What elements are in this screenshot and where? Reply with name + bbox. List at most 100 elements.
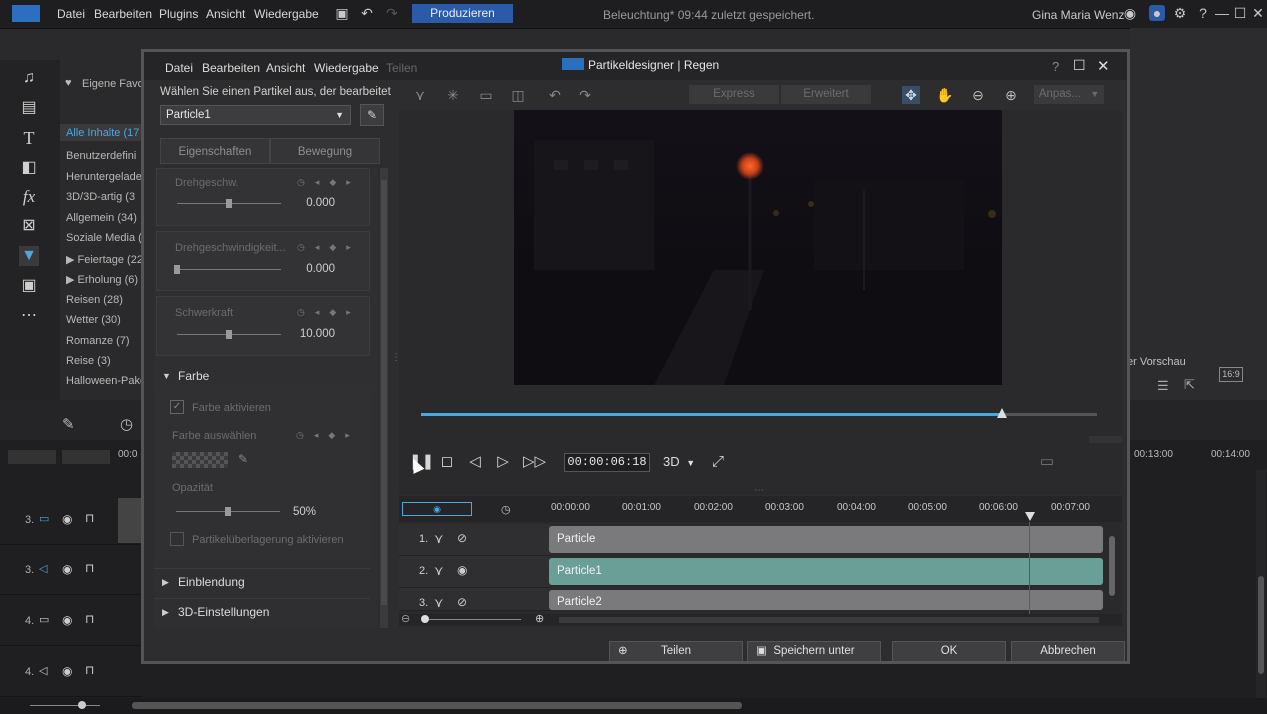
previous-frame-icon[interactable]: ◁ <box>465 452 485 472</box>
share-button[interactable]: ⊕ Teilen <box>609 641 743 662</box>
fit-select[interactable]: Anpas... ▼ <box>1034 85 1104 104</box>
frame-icon[interactable]: ▭ <box>477 86 495 104</box>
zoom-out-icon[interactable]: ⊖ <box>401 612 410 625</box>
favorites-label[interactable]: Eigene Favo <box>82 78 144 90</box>
settings-icon[interactable]: ⚙ <box>1172 5 1188 21</box>
media-room-icon[interactable]: ♫ <box>19 68 39 88</box>
menu-ansicht[interactable]: Ansicht <box>206 7 245 21</box>
image-icon[interactable]: ◫ <box>509 86 527 104</box>
transition-room-icon[interactable]: ◧ <box>19 158 39 178</box>
particle-row-1[interactable]: 1. ⋎ ⊘ <box>399 524 551 556</box>
particle-clip[interactable]: Particle <box>549 526 1103 553</box>
particle-select[interactable]: Particle1 ▼ <box>160 105 351 125</box>
lock-icon[interactable]: ⊓ <box>85 663 94 677</box>
overlay-checkbox[interactable] <box>170 532 184 546</box>
menu-wiedergabe[interactable]: Wiedergabe <box>254 7 319 21</box>
vscroll-thumb[interactable] <box>1258 576 1264 674</box>
zoom-out-icon[interactable]: ⊖ <box>969 86 987 104</box>
enable-color-checkbox[interactable]: ✓ <box>170 400 184 414</box>
property-value[interactable]: 10.000 <box>275 328 335 340</box>
undo-icon[interactable]: ↶ <box>359 5 375 21</box>
help-icon[interactable]: ? <box>1195 5 1211 21</box>
more-icon[interactable]: ⋯ <box>19 306 39 326</box>
notification-icon[interactable]: ● <box>1149 5 1165 21</box>
progress-knob[interactable] <box>997 408 1008 418</box>
fx-room-icon[interactable]: fx <box>19 187 39 207</box>
save-icon[interactable]: ▣ <box>334 5 350 21</box>
zoom-in-icon[interactable]: ⊕ <box>1002 86 1020 104</box>
particle-clip-selected[interactable]: Particle1 <box>549 558 1103 585</box>
particle-add-icon[interactable]: ⋎ <box>411 86 429 104</box>
slider-knob[interactable] <box>225 507 231 516</box>
keyframe-controls[interactable]: ◷◂◆▸ <box>297 307 361 318</box>
dialog-menu-bearbeiten[interactable]: Bearbeiten <box>202 61 260 75</box>
library-item[interactable]: Wetter (30) <box>66 314 121 326</box>
close-app-icon[interactable]: ✕ <box>1250 5 1266 21</box>
next-frame-icon[interactable]: ▷ <box>493 452 513 472</box>
particle-clip[interactable]: Particle2 <box>549 590 1103 610</box>
cancel-button[interactable]: Abbrechen <box>1011 641 1125 662</box>
timecode-display[interactable]: 00:00:06:18 <box>564 453 650 472</box>
pip-room-icon[interactable]: ⊠ <box>19 216 39 236</box>
property-value[interactable]: 0.000 <box>275 263 335 275</box>
timeline-scrollbar[interactable] <box>0 698 1267 714</box>
dialog-menu-wiedergabe[interactable]: Wiedergabe <box>314 61 379 75</box>
keyframe-controls[interactable]: ◷◂◆▸ <box>297 177 361 188</box>
section-einblendung-header[interactable]: ▶ Einblendung <box>154 568 370 595</box>
zoom-slider[interactable] <box>30 705 100 706</box>
property-slider[interactable] <box>177 269 281 270</box>
fit-timeline-button[interactable] <box>62 450 110 464</box>
title-room-icon[interactable]: T <box>19 128 39 148</box>
edit-pen-icon[interactable]: ✎ <box>62 415 75 433</box>
track-manager-button[interactable] <box>8 450 56 464</box>
zoom-in-icon[interactable]: ⊕ <box>535 612 544 625</box>
library-item[interactable]: Heruntergelade <box>66 171 142 183</box>
visibility-eye-icon[interactable]: ◉ <box>62 664 72 678</box>
redo-icon[interactable]: ↷ <box>384 5 400 21</box>
playhead-marker[interactable] <box>1025 512 1035 521</box>
dialog-help-icon[interactable]: ? <box>1052 59 1059 74</box>
aspect-ratio-select[interactable]: 16:9 <box>1219 367 1243 382</box>
library-item[interactable]: 3D/3D-artig (3 <box>66 191 135 203</box>
lock-icon[interactable]: ⊓ <box>85 612 94 626</box>
opacity-value[interactable]: 50% <box>256 506 316 518</box>
undo-icon[interactable]: ↶ <box>546 86 564 104</box>
visibility-eye-icon[interactable]: ◉ <box>62 512 72 526</box>
section-farbe-header[interactable]: ▼ Farbe <box>154 363 370 389</box>
dialog-maximize-icon[interactable]: ☐ <box>1073 57 1086 74</box>
library-item[interactable]: Reisen (28) <box>66 294 123 306</box>
visibility-eye-icon[interactable]: ◉ <box>457 563 467 577</box>
property-value[interactable]: 0.000 <box>275 197 335 209</box>
hand-tool-icon[interactable]: ✋ <box>936 86 954 104</box>
color-swatch[interactable] <box>172 452 228 468</box>
properties-scrollbar[interactable] <box>380 168 388 628</box>
library-item[interactable]: ▶ Feiertage (22 <box>66 253 143 266</box>
stop-icon[interactable]: ◻ <box>437 452 457 472</box>
particle-row-2[interactable]: 2. ⋎ ◉ <box>399 556 551 588</box>
timeline-vscroll[interactable] <box>1256 470 1266 698</box>
library-item[interactable]: Allgemein (34) <box>66 212 137 224</box>
library-item[interactable]: Romanze (7) <box>66 335 130 347</box>
tab-eigenschaften[interactable]: Eigenschaften <box>160 138 270 164</box>
particle-row-3[interactable]: 3. ⋎ ⊘ <box>399 588 551 611</box>
lock-icon[interactable]: ⊓ <box>85 511 94 525</box>
safe-zone-icon[interactable]: ▭ <box>1037 452 1057 472</box>
splitter-handle[interactable]: ⋮ <box>391 352 401 363</box>
keyframe-controls[interactable]: ◷◂◆▸ <box>297 242 361 253</box>
lock-icon[interactable]: ⊓ <box>85 561 94 575</box>
zoom-knob[interactable] <box>78 701 86 709</box>
hscroll[interactable] <box>559 617 1099 623</box>
menu-plugins[interactable]: Plugins <box>159 7 198 21</box>
clock-icon[interactable]: ◷ <box>120 415 133 433</box>
fullscreen-icon[interactable]: ⤢ <box>708 452 728 472</box>
zoom-knob[interactable] <box>421 615 429 623</box>
timeline-vscroll[interactable] <box>1107 524 1117 610</box>
ok-button[interactable]: OK <box>892 641 1006 662</box>
dialog-close-icon[interactable]: ✕ <box>1097 57 1110 75</box>
export-icon[interactable]: ⇱ <box>1184 377 1195 393</box>
particle-room-icon[interactable]: ▼ <box>19 246 39 266</box>
visibility-eye-icon[interactable]: ◉ <box>62 562 72 576</box>
scroll-thumb[interactable] <box>381 180 387 605</box>
library-item[interactable]: Benutzerdefini <box>66 150 136 162</box>
hidden-eye-icon[interactable]: ⊘ <box>457 595 467 609</box>
